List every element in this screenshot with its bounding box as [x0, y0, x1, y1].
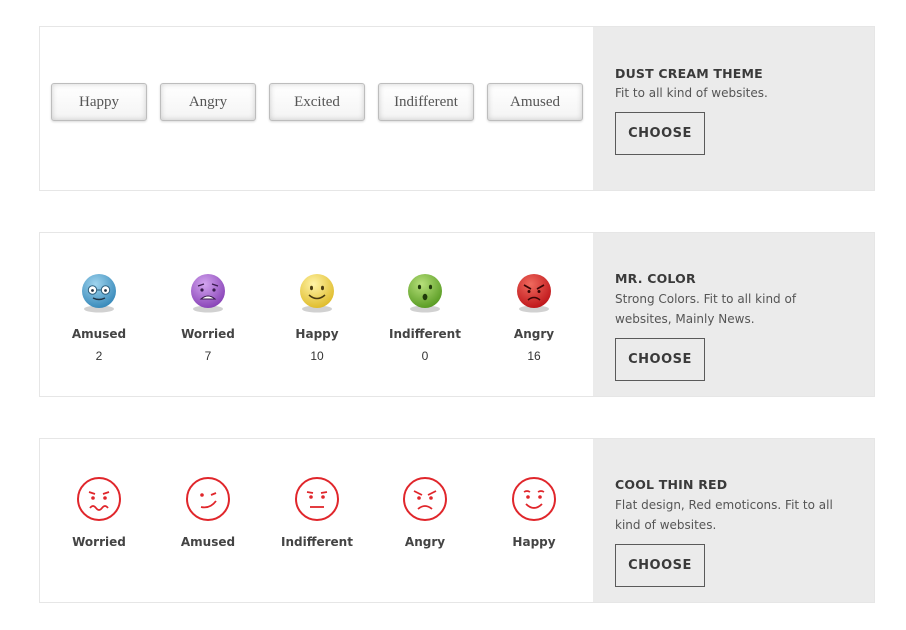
- amused-blue-emoticon-icon: [82, 274, 116, 313]
- theme-preview: Worried Amused Indifferent Angry Happy: [40, 439, 593, 602]
- reaction-label: Happy: [295, 327, 339, 341]
- reaction-label: Indifferent: [281, 535, 353, 549]
- indifferent-green-emoticon-icon: [408, 274, 442, 313]
- reaction-button-excited[interactable]: Excited: [269, 83, 365, 121]
- reaction-item-worried[interactable]: Worried: [44, 475, 154, 549]
- reaction-label: Worried: [72, 535, 126, 549]
- choose-button[interactable]: CHOOSE: [615, 338, 705, 381]
- reaction-item-angry[interactable]: Angry: [370, 475, 480, 549]
- reaction-label: Angry: [513, 327, 555, 341]
- reaction-label: Indifferent: [389, 327, 461, 341]
- reaction-label: Amused: [71, 327, 127, 341]
- theme-description: Fit to all kind of websites.: [615, 86, 768, 100]
- reaction-count: 2: [95, 349, 103, 363]
- reaction-label: Amused: [180, 535, 236, 549]
- reaction-button-angry[interactable]: Angry: [160, 83, 256, 121]
- reaction-item-happy[interactable]: Happy 10: [262, 271, 372, 363]
- reaction-button-indifferent[interactable]: Indifferent: [378, 83, 474, 121]
- theme-info: MR. COLOR Strong Colors. Fit to all kind…: [593, 233, 874, 396]
- theme-card-mr-color: Amused 2 Worried 7 Happy 10 Indifferent …: [39, 232, 875, 397]
- reaction-button-amused[interactable]: Amused: [487, 83, 583, 121]
- theme-card-dust-cream: Happy Angry Excited Indifferent Amused D…: [39, 26, 875, 191]
- reaction-item-indifferent[interactable]: Indifferent: [262, 475, 372, 549]
- theme-title: COOL THIN RED: [615, 477, 728, 492]
- reaction-count: 0: [421, 349, 429, 363]
- reaction-item-indifferent[interactable]: Indifferent 0: [370, 271, 480, 363]
- theme-title: DUST CREAM THEME: [615, 66, 763, 81]
- choose-button[interactable]: CHOOSE: [615, 544, 705, 587]
- theme-title: MR. COLOR: [615, 271, 696, 286]
- worried-purple-emoticon-icon: [191, 274, 225, 313]
- happy-yellow-emoticon-icon: [300, 274, 334, 313]
- angry-red-emoticon-icon: [517, 274, 551, 313]
- reaction-item-amused[interactable]: Amused: [153, 475, 263, 549]
- reaction-count: 7: [204, 349, 212, 363]
- reaction-item-happy[interactable]: Happy: [479, 475, 589, 549]
- reaction-label: Worried: [181, 327, 235, 341]
- worried-red-outline-icon: [77, 477, 121, 521]
- theme-description: Flat design, Red emoticons. Fit to all k…: [615, 498, 833, 532]
- theme-preview: Amused 2 Worried 7 Happy 10 Indifferent …: [40, 233, 593, 396]
- angry-red-outline-icon: [403, 477, 447, 521]
- indifferent-red-outline-icon: [295, 477, 339, 521]
- amused-red-outline-icon: [186, 477, 230, 521]
- theme-card-cool-thin-red: Worried Amused Indifferent Angry Happy C…: [39, 438, 875, 603]
- reaction-count: 10: [310, 349, 324, 363]
- theme-preview: Happy Angry Excited Indifferent Amused: [40, 27, 593, 190]
- choose-button[interactable]: CHOOSE: [615, 112, 705, 155]
- reaction-item-worried[interactable]: Worried 7: [153, 271, 263, 363]
- theme-info: COOL THIN RED Flat design, Red emoticons…: [593, 439, 874, 602]
- reaction-button-happy[interactable]: Happy: [51, 83, 147, 121]
- happy-red-outline-icon: [512, 477, 556, 521]
- theme-description: Strong Colors. Fit to all kind of websit…: [615, 292, 797, 326]
- reaction-label: Happy: [512, 535, 556, 549]
- reaction-label: Angry: [404, 535, 446, 549]
- reaction-count: 16: [527, 349, 541, 363]
- reaction-item-amused[interactable]: Amused 2: [44, 271, 154, 363]
- reaction-item-angry[interactable]: Angry 16: [479, 271, 589, 363]
- theme-info: DUST CREAM THEME Fit to all kind of webs…: [593, 27, 874, 190]
